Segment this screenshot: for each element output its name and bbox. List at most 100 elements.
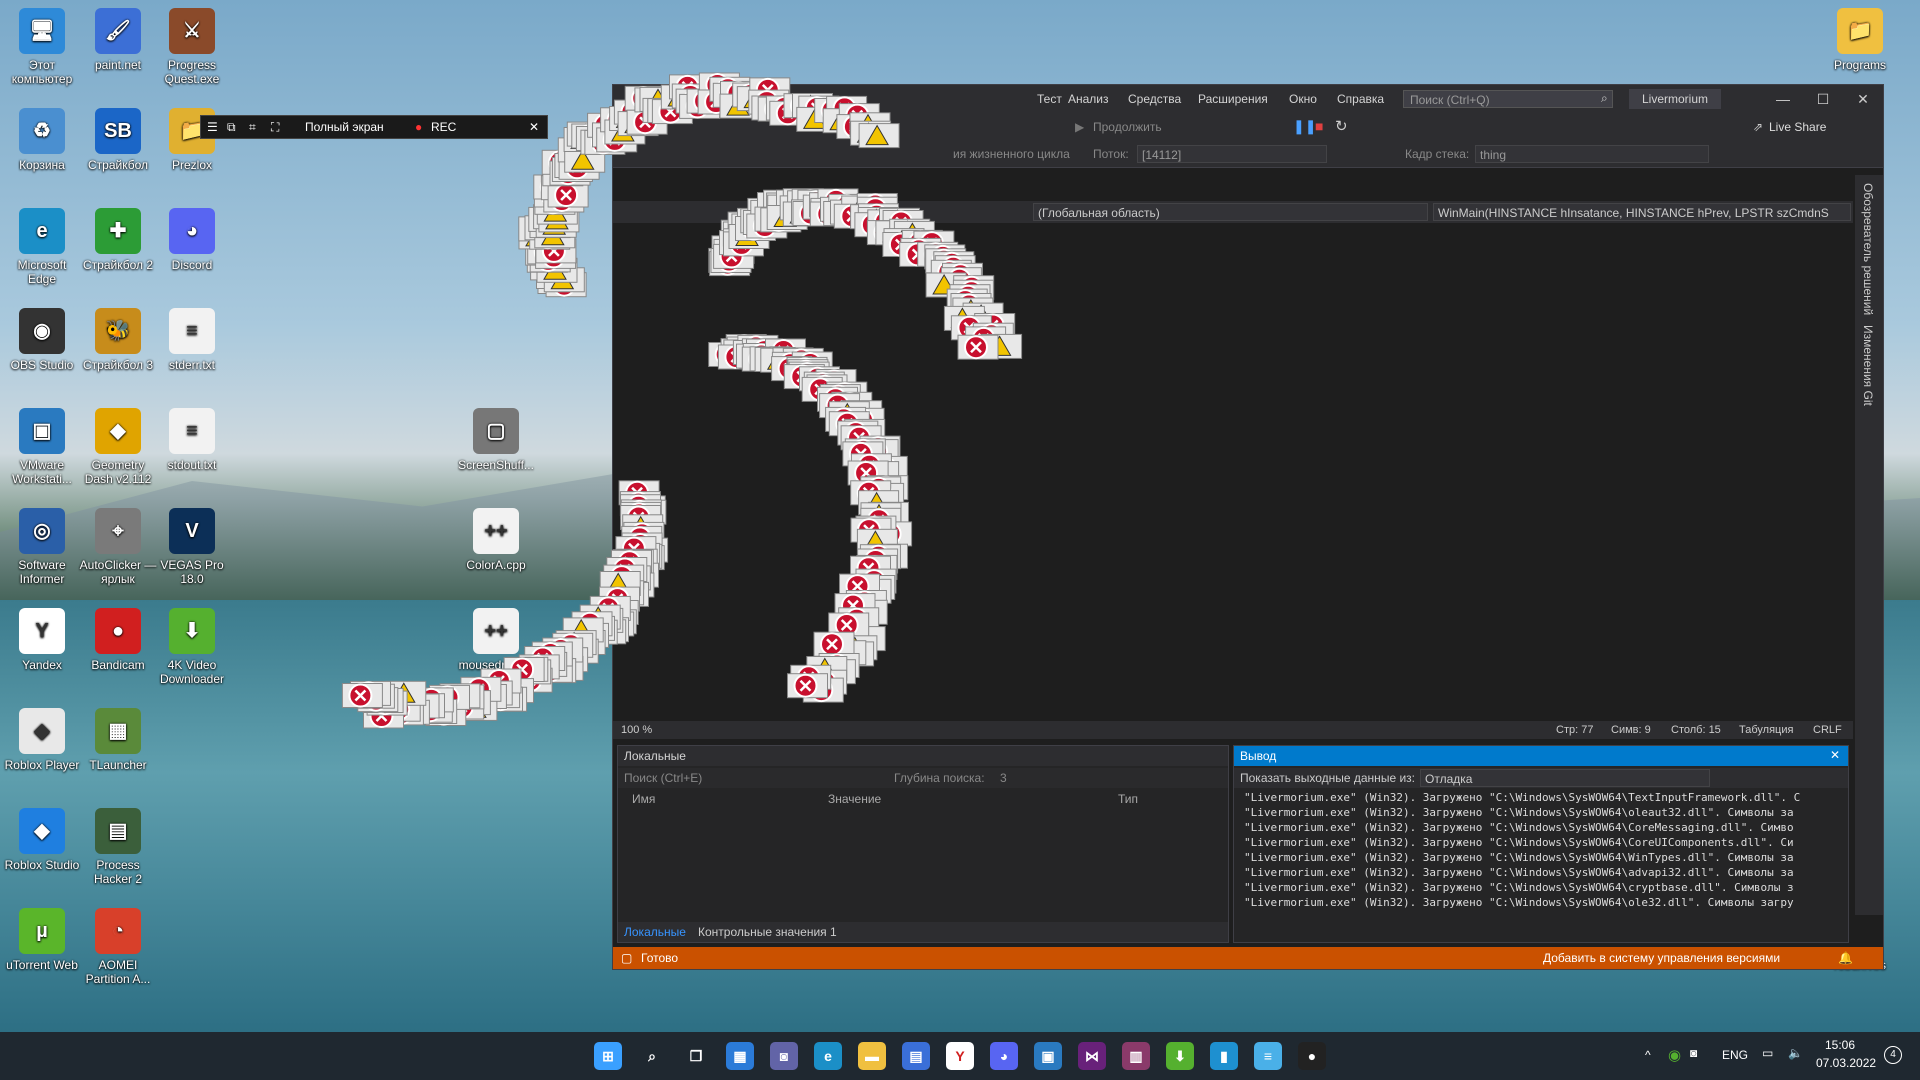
notification-bell-icon[interactable]: 🔔	[1838, 947, 1853, 969]
stack-frame-combo[interactable]: thing	[1475, 145, 1709, 163]
desktop-icon[interactable]: ◆ Roblox Studio	[2, 808, 82, 872]
locals-search-input[interactable]: Поиск (Ctrl+E)	[624, 771, 702, 785]
desktop-icon[interactable]: Y Yandex	[2, 608, 82, 672]
language-indicator[interactable]: ENG	[1722, 1048, 1748, 1062]
desktop-icon[interactable]: ♻ Корзина	[2, 108, 82, 172]
vmware-icon[interactable]: ▣	[1034, 1042, 1062, 1070]
desktop-icon[interactable]: ◎ Software Informer	[2, 508, 82, 586]
stop-icon[interactable]: ■	[1315, 118, 1323, 134]
menu-icon[interactable]: ☰	[207, 116, 218, 138]
crop-icon[interactable]: ⛶	[271, 116, 279, 138]
desktop-icon[interactable]: 📁 Programs	[1820, 8, 1900, 72]
task-view-icon[interactable]: ❐	[682, 1042, 710, 1070]
scope-combo[interactable]: (Глобальная область)	[1033, 203, 1428, 221]
git-changes-tab[interactable]: Изменения Git	[1861, 325, 1875, 406]
column-type[interactable]: Тип	[1118, 792, 1138, 806]
function-combo[interactable]: WinMain(HINSTANCE hInsatance, HINSTANCE …	[1433, 203, 1851, 221]
desktop-icon[interactable]: ✚ Страйкбол 2	[78, 208, 158, 272]
line-ending[interactable]: CRLF	[1813, 724, 1842, 736]
notification-count[interactable]: 4	[1884, 1046, 1902, 1064]
add-to-vcs-button[interactable]: Добавить в систему управления версиями	[1543, 947, 1780, 969]
menu-analyze[interactable]: Анализ	[1068, 92, 1109, 106]
desktop-icon[interactable]: ● Bandicam	[78, 608, 158, 672]
desktop-icon[interactable]: ++ ColorA.cpp	[456, 508, 536, 572]
minimize-icon[interactable]: —	[1763, 89, 1803, 109]
desktop-icon[interactable]: e Microsoft Edge	[2, 208, 82, 286]
clock-time[interactable]: 15:06	[1825, 1038, 1855, 1052]
close-icon[interactable]: ✕	[1843, 89, 1883, 109]
output-close-icon[interactable]: ✕	[1830, 748, 1840, 762]
discord-icon[interactable]: ◕	[990, 1042, 1018, 1070]
desktop-icon[interactable]: 🖌 paint.net	[78, 8, 158, 72]
live-share-button[interactable]: Live Share	[1769, 120, 1826, 134]
desktop-icon[interactable]: ≡ stdout.txt	[152, 408, 232, 472]
output-source-combo[interactable]: Отладка	[1420, 769, 1710, 787]
tray-app-icon[interactable]: ◉	[1668, 1046, 1681, 1064]
window-mode-icon[interactable]: ⧉	[227, 116, 236, 138]
region-icon[interactable]: ⌗	[249, 116, 256, 138]
chat-icon[interactable]: ◙	[770, 1042, 798, 1070]
rec-button[interactable]: REC	[431, 116, 456, 138]
restart-icon[interactable]: ↻	[1335, 117, 1348, 135]
desktop-icon[interactable]: ◆ Roblox Player	[2, 708, 82, 772]
desktop-icon[interactable]: ◔ AOMEI Partition A...	[78, 908, 158, 986]
volume-icon[interactable]: 🔈	[1788, 1046, 1803, 1060]
4k-downloader-icon[interactable]: ⬇	[1166, 1042, 1194, 1070]
solution-explorer-tab[interactable]: Обозреватель решений	[1861, 183, 1875, 315]
winrar-icon[interactable]: ▥	[1122, 1042, 1150, 1070]
visual-studio-icon[interactable]: ⋈	[1078, 1042, 1106, 1070]
code-editor[interactable]	[613, 223, 1853, 721]
desktop-icon[interactable]: ≡ stderr.txt	[152, 308, 232, 372]
desktop-icon[interactable]: 🖥 Этот компьютер	[2, 8, 82, 86]
notepad-icon[interactable]: ≡	[1254, 1042, 1282, 1070]
capture-mode-label[interactable]: Полный экран	[305, 116, 384, 138]
desktop-icon[interactable]: ⬇ 4K Video Downloader	[152, 608, 232, 686]
output-text[interactable]: "Livermorium.exe" (Win32). Загружено "C:…	[1244, 790, 1838, 918]
search-depth-value[interactable]: 3	[1000, 771, 1007, 785]
desktop-icon[interactable]: µ uTorrent Web	[2, 908, 82, 972]
desktop-icon[interactable]: ⌖ AutoClicker — ярлык	[78, 508, 158, 586]
desktop-icon[interactable]: 🐝 Страйкбол 3	[78, 308, 158, 372]
yandex-icon[interactable]: Y	[946, 1042, 974, 1070]
explorer-icon[interactable]: ▬	[858, 1042, 886, 1070]
desktop-icon[interactable]: ▤ Process Hacker 2	[78, 808, 158, 886]
display-icon[interactable]: ▭	[1762, 1046, 1773, 1060]
continue-button[interactable]: Продолжить	[1093, 120, 1162, 134]
column-name[interactable]: Имя	[632, 792, 655, 806]
desktop-icon[interactable]: ⚔ Progress Quest.exe	[152, 8, 232, 86]
clock-date[interactable]: 07.03.2022	[1816, 1056, 1876, 1070]
tray-chevron-icon[interactable]: ^	[1645, 1048, 1651, 1062]
column-value[interactable]: Значение	[828, 792, 881, 806]
tray-camera-icon[interactable]: ◙	[1690, 1046, 1697, 1060]
desktop-icon[interactable]: ◉ OBS Studio	[2, 308, 82, 372]
desktop-icon[interactable]: ◕ Discord	[152, 208, 232, 272]
maximize-icon[interactable]: ☐	[1803, 89, 1843, 109]
widgets-icon[interactable]: ▦	[726, 1042, 754, 1070]
menu-test[interactable]: Тест	[1037, 92, 1062, 106]
thread-combo[interactable]: [14112]	[1137, 145, 1327, 163]
indent-mode[interactable]: Табуляция	[1739, 724, 1793, 736]
pause-icon[interactable]: ❚❚	[1293, 118, 1316, 135]
menu-window[interactable]: Окно	[1289, 92, 1317, 106]
menu-extensions[interactable]: Расширения	[1198, 92, 1268, 106]
app-badge-icon[interactable]: ▮	[1210, 1042, 1238, 1070]
zoom-level[interactable]: 100 %	[621, 724, 652, 736]
desktop-icon[interactable]: ▢ ScreenShuff...	[456, 408, 536, 472]
search-icon[interactable]: ⌕	[638, 1042, 666, 1070]
recorder-close-icon[interactable]: ✕	[529, 116, 539, 138]
desktop-icon[interactable]: ▦ TLauncher	[78, 708, 158, 772]
menu-help[interactable]: Справка	[1337, 92, 1384, 106]
menu-tools[interactable]: Средства	[1128, 92, 1181, 106]
store-icon[interactable]: ▤	[902, 1042, 930, 1070]
desktop-icon[interactable]: V VEGAS Pro 18.0	[152, 508, 232, 586]
record-icon[interactable]: ●	[1298, 1042, 1326, 1070]
desktop-icon[interactable]: ◆ Geometry Dash v2.112	[78, 408, 158, 486]
tab-watch-1[interactable]: Контрольные значения 1	[698, 925, 837, 939]
edge-icon[interactable]: e	[814, 1042, 842, 1070]
tab-locals[interactable]: Локальные	[624, 925, 686, 939]
desktop-icon[interactable]: SB Страйкбол	[78, 108, 158, 172]
vs-search-input[interactable]: Поиск (Ctrl+Q)	[1403, 90, 1613, 108]
desktop-icon[interactable]: ▣ VMware Workstati...	[2, 408, 82, 486]
start-icon[interactable]: ⊞	[594, 1042, 622, 1070]
desktop-icon[interactable]: ++ mousedraw....	[456, 608, 536, 672]
